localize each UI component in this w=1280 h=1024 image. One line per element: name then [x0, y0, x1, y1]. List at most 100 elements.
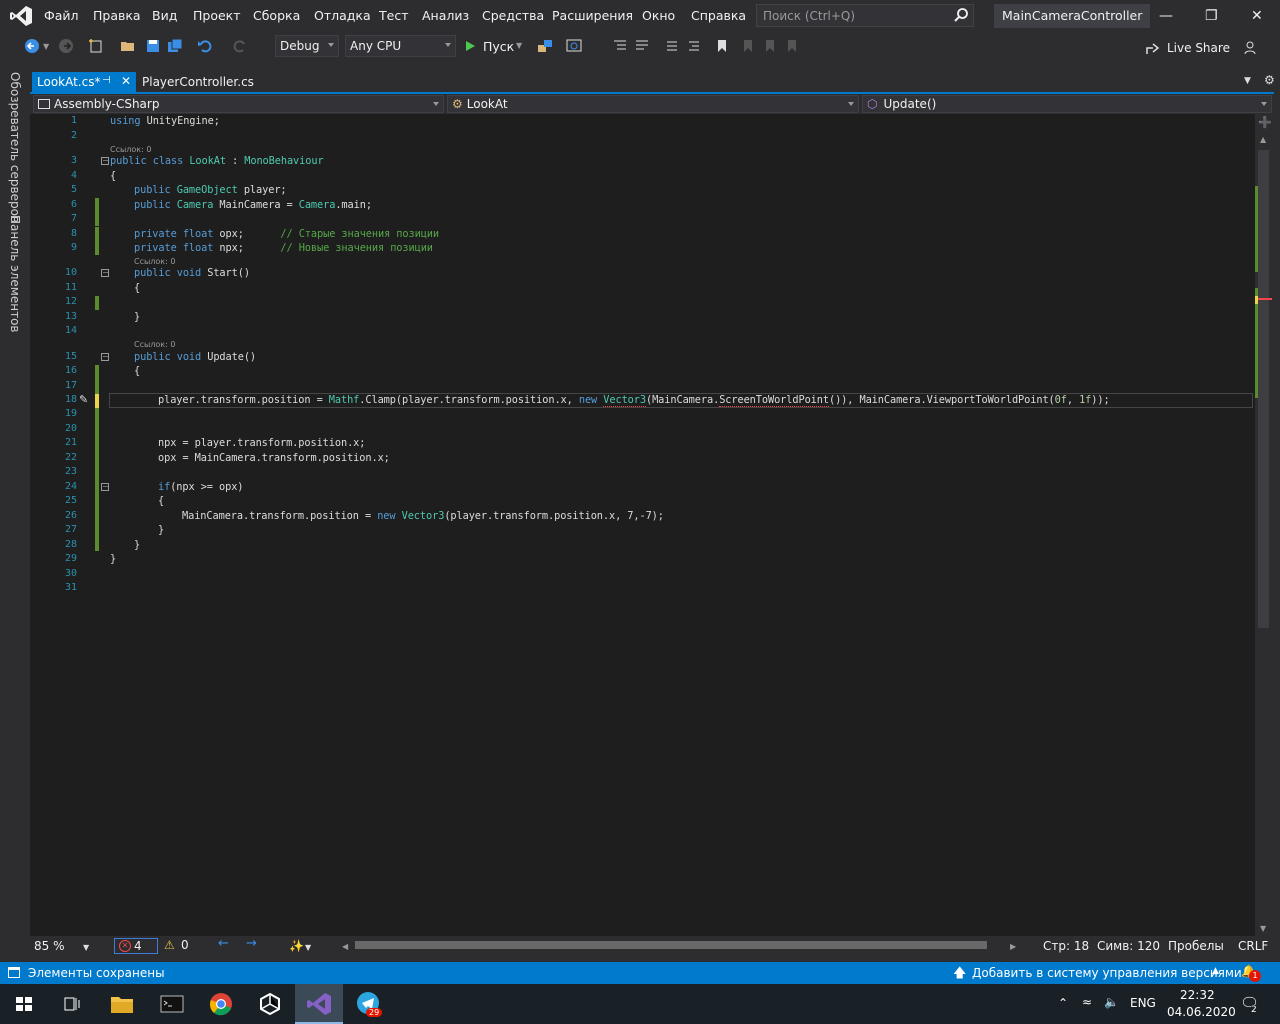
warning-icon: ⚠	[164, 938, 175, 952]
menu-build[interactable]: Сборка	[253, 8, 300, 23]
maximize-icon[interactable]: ❐	[1205, 8, 1218, 24]
volume-icon[interactable]: 🔈	[1104, 995, 1119, 1009]
visual-studio-logo-icon[interactable]	[10, 6, 32, 26]
close-tab-icon[interactable]: ✕	[121, 74, 131, 88]
collapse-icon[interactable]: −	[101, 483, 109, 491]
code-line-27: }	[158, 524, 165, 536]
chevron-down-icon	[1261, 102, 1267, 106]
project-dropdown[interactable]: Assembly-CSharp	[33, 95, 444, 113]
windows-start-icon[interactable]	[8, 989, 40, 1019]
tab-list-dropdown-icon[interactable]: ▼	[1244, 76, 1251, 86]
comment-icon[interactable]	[664, 38, 680, 54]
live-share-icon[interactable]	[1145, 40, 1161, 56]
visual-studio-icon[interactable]	[303, 989, 335, 1019]
comment: // Новые значения позиции	[280, 242, 433, 254]
menu-file[interactable]: Файл	[44, 8, 79, 23]
clock-time[interactable]: 22:32	[1180, 988, 1215, 1002]
menu-help[interactable]: Справка	[691, 8, 746, 23]
menu-tools[interactable]: Средства	[482, 8, 544, 23]
forward-icon[interactable]	[58, 38, 74, 54]
back-dropdown-icon[interactable]: ▼	[43, 42, 49, 51]
server-explorer-tab[interactable]: Обозреватель серверов	[8, 72, 22, 223]
scroll-left-icon[interactable]: ◀	[342, 942, 348, 951]
menu-debug[interactable]: Отладка	[314, 8, 371, 23]
undo-icon[interactable]	[197, 38, 213, 54]
menu-analyze[interactable]: Анализ	[422, 8, 469, 23]
class-dropdown[interactable]: ⚙ LookAt	[447, 95, 859, 113]
menu-project[interactable]: Проект	[193, 8, 241, 23]
step-over-icon[interactable]	[634, 38, 650, 54]
scroll-right-icon[interactable]: ▶	[1010, 942, 1016, 951]
member-dropdown[interactable]: ⬡ Update()	[862, 95, 1272, 113]
zoom-level[interactable]: 85 %	[34, 939, 65, 953]
file-explorer-icon[interactable]	[106, 989, 138, 1019]
vertical-scroll-thumb[interactable]	[1258, 150, 1269, 628]
terminal-icon[interactable]	[156, 989, 188, 1019]
toolbox-tab[interactable]: Панель элементов	[8, 215, 22, 333]
scroll-down-icon[interactable]: ▼	[1260, 924, 1266, 933]
open-folder-icon[interactable]	[120, 38, 136, 54]
line-ending[interactable]: CRLF	[1238, 939, 1268, 953]
search-input[interactable]: Поиск (Ctrl+Q)	[756, 4, 974, 27]
attach-icon[interactable]	[537, 38, 553, 54]
clear-bookmarks-icon[interactable]	[784, 38, 800, 54]
next-issue-icon[interactable]: →	[246, 936, 257, 951]
minimize-icon[interactable]: —	[1159, 8, 1173, 24]
tray-chevron-up-icon[interactable]: ⌃	[1058, 996, 1068, 1010]
back-icon[interactable]	[24, 38, 40, 54]
chevron-up-icon[interactable]: ▲	[1212, 966, 1219, 976]
scroll-up-icon[interactable]: ▲	[1260, 135, 1266, 144]
horizontal-scroll-thumb[interactable]	[355, 941, 987, 949]
menu-window[interactable]: Окно	[642, 8, 675, 23]
pin-icon[interactable]: ⊣	[102, 75, 111, 86]
code-cleanup-icon[interactable]: ✨	[289, 939, 304, 953]
chrome-icon[interactable]	[205, 989, 237, 1019]
codelens-references[interactable]: Ссылок: 0	[110, 145, 151, 154]
status-message: Элементы сохранены	[28, 966, 165, 980]
uncomment-icon[interactable]	[686, 38, 702, 54]
error-count-button[interactable]: ✕ 4	[114, 938, 158, 954]
collapse-icon[interactable]: −	[101, 269, 109, 277]
zoom-dropdown-icon[interactable]: ▼	[83, 943, 89, 952]
split-editor-icon[interactable]: ➕	[1258, 116, 1272, 129]
platform-dropdown[interactable]: Any CPU	[345, 35, 456, 57]
cleanup-dropdown-icon[interactable]: ▼	[305, 943, 311, 952]
tab-playercontroller-cs[interactable]: PlayerController.cs	[138, 72, 258, 93]
feedback-icon[interactable]	[1243, 40, 1259, 56]
configuration-dropdown[interactable]: Debug	[275, 35, 339, 57]
run-dropdown-icon: ▼	[516, 41, 523, 50]
indent-mode[interactable]: Пробелы	[1168, 939, 1224, 953]
bookmark-icon[interactable]	[714, 38, 730, 54]
add-to-source-control-button[interactable]: Добавить в систему управления версиями	[972, 966, 1242, 980]
step-into-icon[interactable]	[612, 38, 628, 54]
menu-edit[interactable]: Правка	[93, 8, 141, 23]
collapse-icon[interactable]: −	[101, 157, 109, 165]
wifi-icon[interactable]: ≈	[1082, 995, 1092, 1009]
input-language[interactable]: ENG	[1130, 996, 1156, 1010]
save-icon[interactable]	[145, 38, 161, 54]
next-bookmark-icon[interactable]	[762, 38, 778, 54]
redo-icon[interactable]	[232, 38, 248, 54]
previous-issue-icon[interactable]: ←	[218, 936, 229, 951]
task-view-icon[interactable]	[56, 989, 88, 1019]
collapse-icon[interactable]: −	[101, 353, 109, 361]
code-text: opx;	[213, 228, 281, 240]
menu-view[interactable]: Вид	[152, 8, 177, 23]
edit-pencil-icon[interactable]: ✎	[79, 393, 88, 406]
save-all-icon[interactable]	[167, 38, 183, 54]
unity-icon[interactable]	[254, 989, 286, 1019]
close-icon[interactable]: ✕	[1251, 8, 1263, 24]
live-share-button[interactable]: Live Share	[1167, 41, 1230, 55]
new-project-icon[interactable]	[88, 38, 104, 54]
line-number: 17	[64, 380, 77, 391]
settings-gear-icon[interactable]: ⚙	[1264, 73, 1275, 87]
browser-link-icon[interactable]	[566, 38, 582, 54]
menu-extensions[interactable]: Расширения	[552, 8, 633, 23]
menu-test[interactable]: Тест	[379, 8, 408, 23]
codelens-references[interactable]: Ссылок: 0	[134, 257, 175, 266]
clock-date[interactable]: 04.06.2020	[1167, 1005, 1236, 1019]
tab-lookat-cs[interactable]: LookAt.cs* ⊣ ✕	[32, 72, 136, 93]
prev-bookmark-icon[interactable]	[740, 38, 756, 54]
codelens-references[interactable]: Ссылок: 0	[134, 340, 175, 349]
warning-count-button[interactable]: ⚠ 0	[164, 938, 194, 954]
